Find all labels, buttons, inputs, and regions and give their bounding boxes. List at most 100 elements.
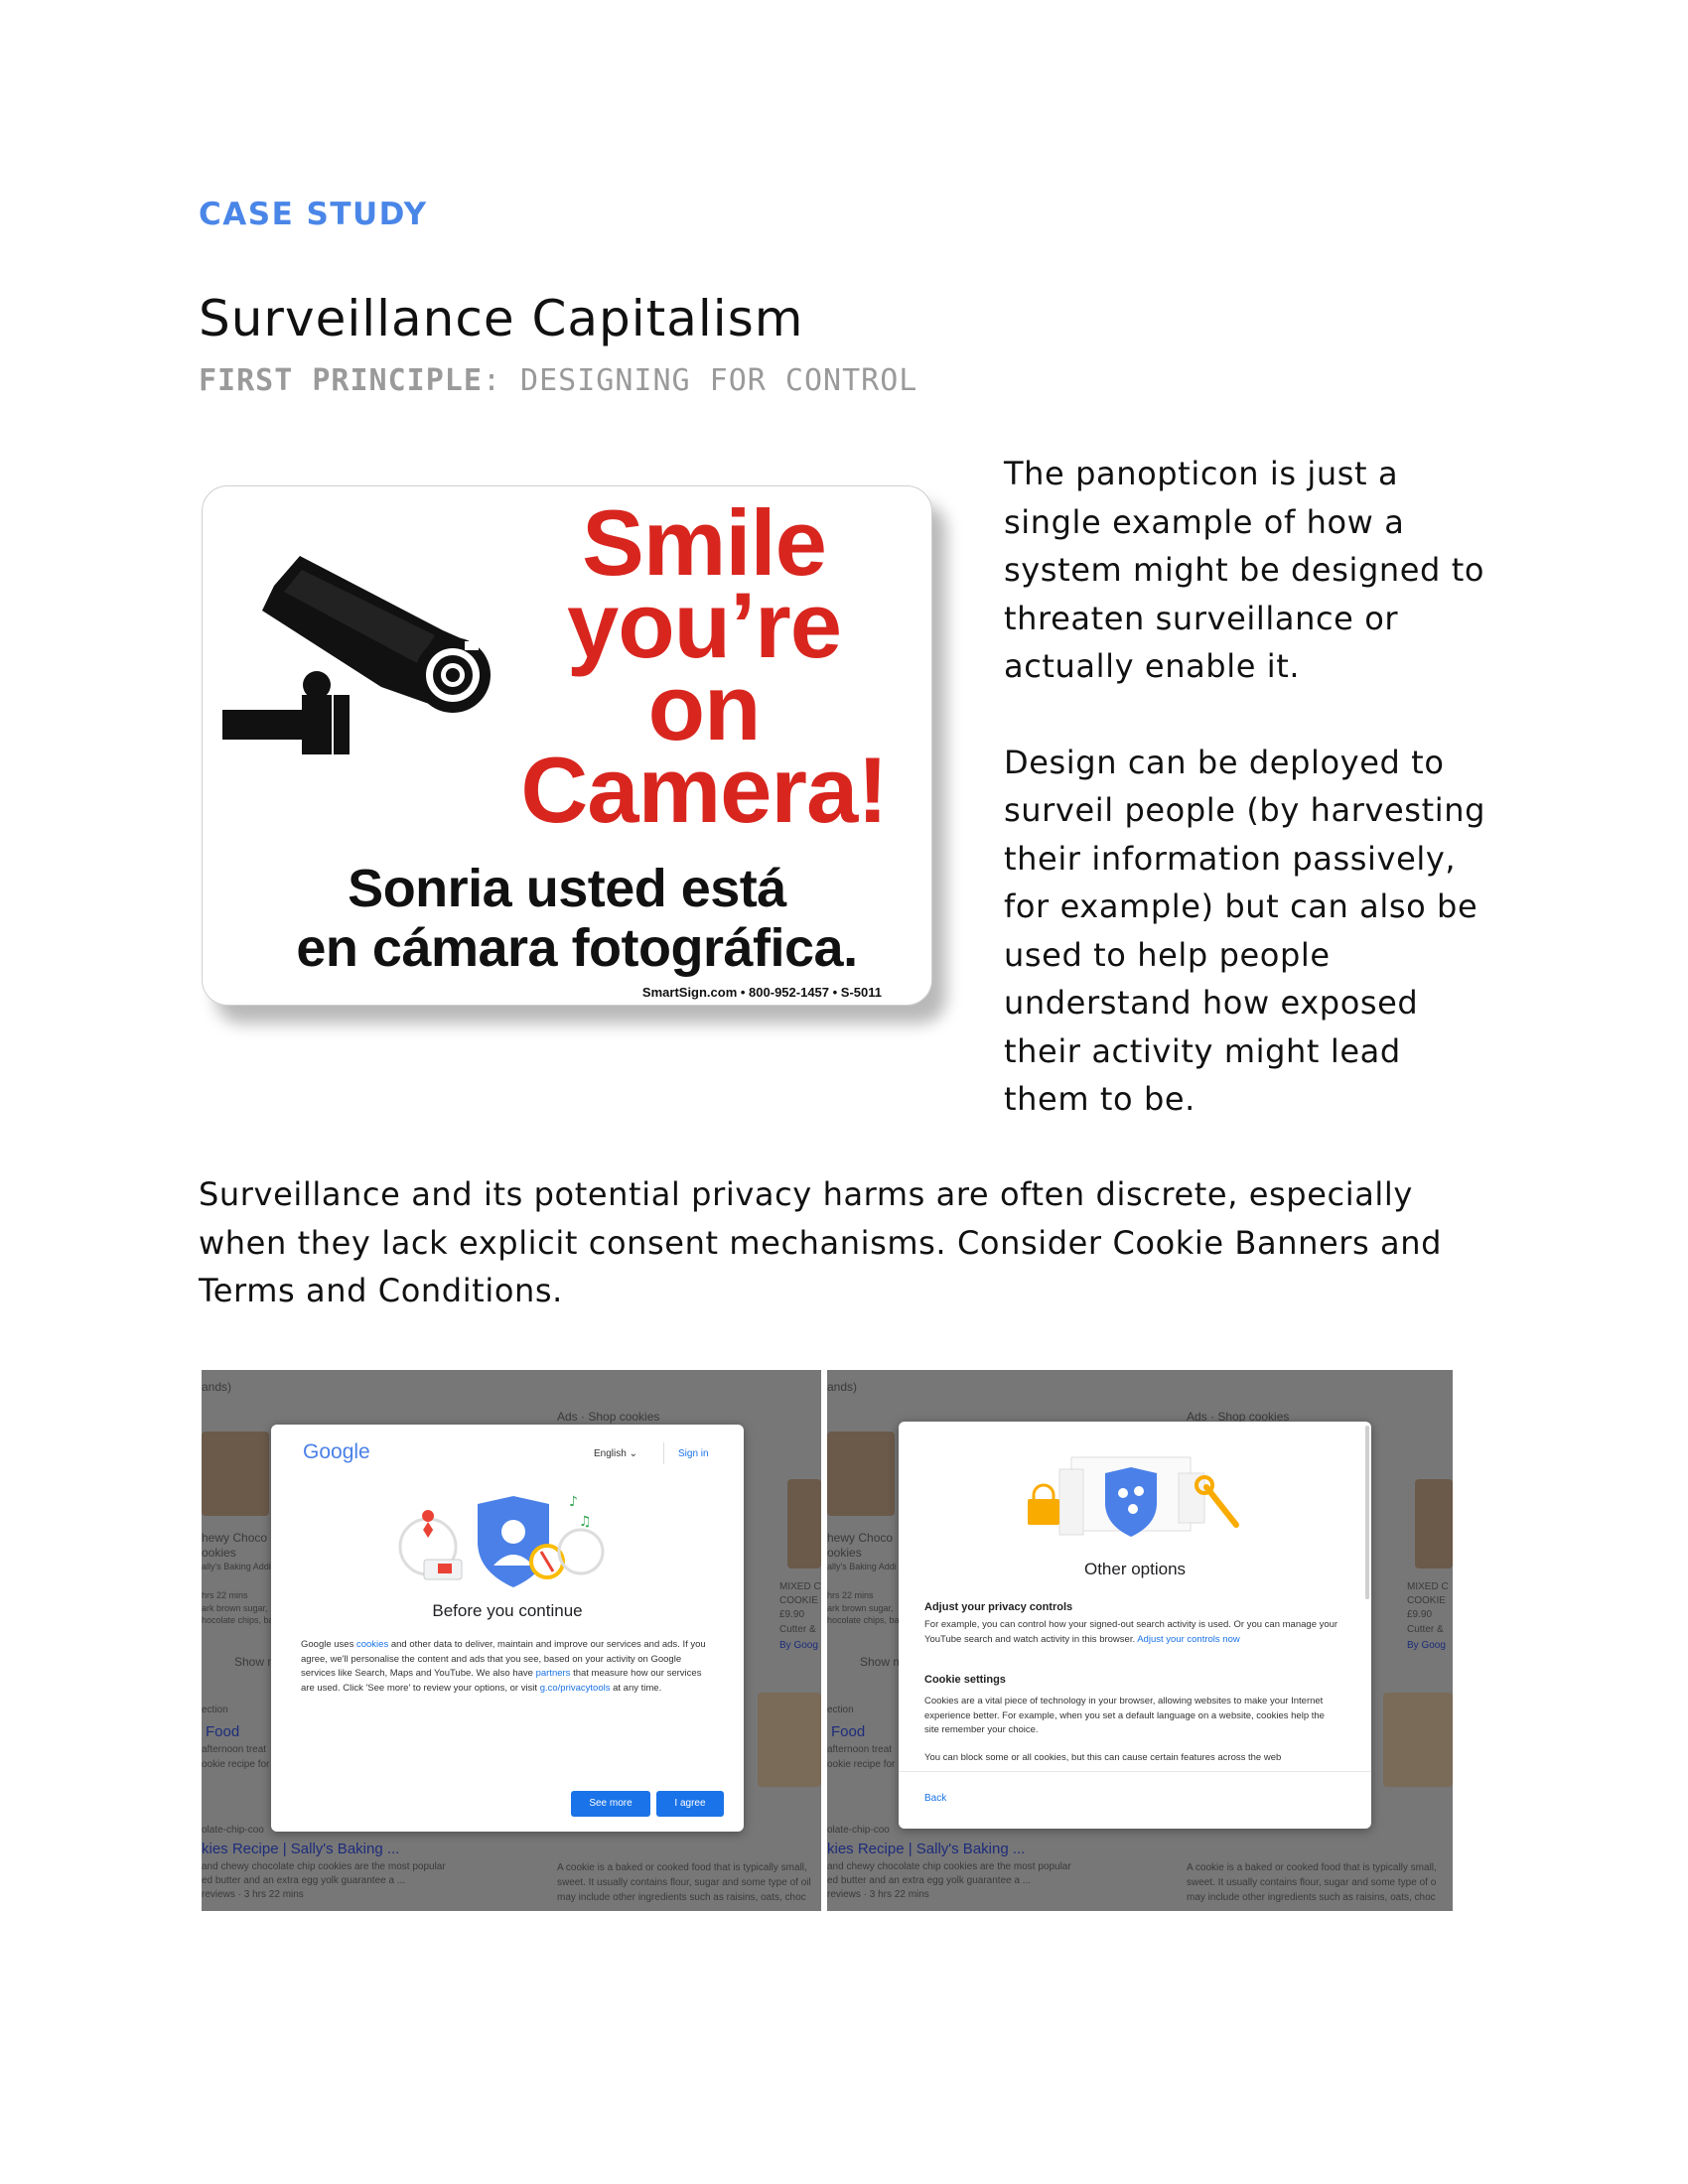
page-subtitle: FIRST PRINCIPLE: DESIGNING FOR CONTROL <box>199 363 917 398</box>
bg-text: reviews · 3 hrs 22 mins <box>202 1889 304 1900</box>
bg-text: ookie recipe for <box>202 1759 270 1770</box>
bg-text: olate-chip-coo <box>827 1825 890 1836</box>
bg-text: COOKIE <box>779 1595 818 1606</box>
surveillance-sign-image: Smile you’re on Camera! Sonria usted est… <box>202 485 932 1006</box>
bg-text: may include other ingredients such as ra… <box>1187 1892 1436 1903</box>
bg-text: and chewy chocolate chip cookies are the… <box>202 1861 446 1872</box>
partners-link[interactable]: partners <box>536 1668 571 1679</box>
bg-text: hrs 22 mins <box>202 1590 248 1600</box>
bg-text: hocolate chips, ba <box>202 1615 274 1625</box>
bg-text: afternoon treat <box>827 1744 893 1755</box>
sign-credit: SmartSign.com • 800-952-1457 • S-5011 <box>641 985 882 1000</box>
bg-text: MIXED C <box>1407 1581 1449 1592</box>
sign-spanish-line-1: Sonria usted está <box>348 859 786 918</box>
bg-text: and chewy chocolate chip cookies are the… <box>827 1861 1071 1872</box>
bg-thumbnail <box>1383 1693 1453 1787</box>
dialog-title: Other options <box>1083 1560 1187 1578</box>
subtitle-bold: FIRST PRINCIPLE <box>199 363 483 398</box>
cookie-settings-text: Cookies are a vital piece of technology … <box>924 1696 1325 1735</box>
bg-text: ands) <box>202 1380 232 1394</box>
bg-text: By Goog <box>1407 1640 1446 1651</box>
bg-text: ection <box>202 1705 228 1715</box>
sign-in-link[interactable]: Sign in <box>678 1448 709 1459</box>
side-column: The panopticon is just a single example … <box>1004 450 1490 1124</box>
cookie-settings-heading: Cookie settings <box>924 1674 1006 1686</box>
bg-text: hocolate chips, ba <box>827 1615 900 1625</box>
privacytools-link[interactable]: g.co/privacytools <box>540 1683 611 1694</box>
bg-text: olate-chip-coo <box>202 1825 264 1836</box>
bg-text: hrs 22 mins <box>827 1590 874 1600</box>
google-logo: Google <box>303 1440 370 1463</box>
bg-link: kies Recipe | Sally's Baking ... <box>202 1841 400 1857</box>
bg-text: ookie recipe for <box>827 1759 896 1770</box>
bg-text: ed butter and an extra egg yolk guarante… <box>202 1875 406 1886</box>
bg-text: COOKIE <box>1407 1595 1446 1606</box>
bg-text: sweet. It usually contains flour, sugar … <box>557 1877 811 1888</box>
back-button[interactable]: Back <box>924 1793 946 1804</box>
other-options-dialog: Other options Adjust your privacy contro… <box>899 1422 1371 1829</box>
agree-button[interactable]: I agree <box>656 1791 724 1817</box>
bg-text: ands) <box>827 1380 858 1394</box>
cookies-link[interactable]: cookies <box>356 1639 388 1650</box>
bg-text: Cutter & <box>1407 1624 1444 1635</box>
privacy-settings-illustration-icon <box>1028 1456 1239 1537</box>
bg-thumbnail <box>1415 1479 1453 1569</box>
bg-text: £9.90 <box>1407 1609 1433 1620</box>
bg-link: Food <box>831 1723 866 1740</box>
sign-line-1: Smile <box>582 490 827 595</box>
language-label: English <box>594 1448 627 1459</box>
subtitle-rest: : DESIGNING FOR CONTROL <box>482 363 918 398</box>
bg-link: Food <box>206 1723 240 1740</box>
bg-text: ark brown sugar, <box>202 1603 268 1613</box>
sign-line-3: on <box>647 655 762 759</box>
body-text: Google uses <box>301 1639 356 1650</box>
page-title: Surveillance Capitalism <box>199 290 804 347</box>
bg-text: hewy Choco <box>827 1531 894 1545</box>
bg-text: ection <box>827 1705 854 1715</box>
bg-text: ookies <box>202 1546 236 1560</box>
bg-text: sweet. It usually contains flour, sugar … <box>1187 1877 1437 1888</box>
consent-dialog: Google English ⌄ Sign in ♪ ♫ Before you … <box>271 1425 744 1832</box>
bg-text: £9.90 <box>779 1609 805 1620</box>
bg-text: ark brown sugar, <box>827 1603 894 1613</box>
body-text: at any time. <box>610 1682 662 1694</box>
see-more-button[interactable]: See more <box>571 1791 650 1817</box>
privacy-options-screenshot: ands) Ads · Shop cookies hewy Choco ooki… <box>827 1370 1453 1911</box>
bg-text: reviews · 3 hrs 22 mins <box>827 1889 929 1900</box>
bg-thumbnail <box>758 1693 821 1787</box>
bg-text: A cookie is a baked or cooked food that … <box>1187 1862 1437 1873</box>
svg-text:♪: ♪ <box>569 1494 578 1510</box>
bg-text: ookies <box>827 1546 862 1560</box>
bg-text: By Goog <box>779 1640 818 1651</box>
bg-text: ally's Baking Addi <box>827 1562 897 1571</box>
consent-body: Google uses cookies and other data to de… <box>301 1638 714 1696</box>
bg-text: Ads · Shop cookies <box>557 1410 660 1424</box>
bg-text: Cutter & <box>779 1624 816 1635</box>
privacy-illustration-icon: ♪ ♫ <box>398 1494 605 1587</box>
sign-spanish-text: Sonria usted está en cámara fotográfica. <box>203 859 931 978</box>
adjust-controls-link[interactable]: Adjust your controls now <box>1137 1634 1240 1645</box>
bg-thumbnail <box>827 1432 895 1516</box>
cookie-block-text: You can block some or all cookies, but t… <box>924 1752 1282 1763</box>
chevron-down-icon: ⌄ <box>629 1448 637 1459</box>
sign-line-4: Camera! <box>520 738 888 842</box>
bg-text: ed butter and an extra egg yolk guarante… <box>827 1875 1032 1886</box>
privacy-controls-text: For example, you can control how your si… <box>924 1618 1341 1647</box>
privacy-controls-heading: Adjust your privacy controls <box>924 1601 1073 1613</box>
side-paragraph-1: The panopticon is just a single example … <box>1004 455 1485 685</box>
bg-text: afternoon treat <box>202 1744 267 1755</box>
language-select[interactable]: English ⌄ <box>594 1448 637 1459</box>
eyebrow-label: CASE STUDY <box>199 197 428 232</box>
sign-line-2: you’re <box>566 573 842 677</box>
divider <box>899 1771 1371 1772</box>
bg-text: MIXED C <box>779 1581 821 1592</box>
bg-text: ally's Baking Addi <box>202 1562 271 1571</box>
side-paragraph-2: Design can be deployed to surveil people… <box>1004 743 1486 1119</box>
sign-english-text: Smile you’re on Camera! <box>491 490 917 842</box>
body-text: For example, you can control how your si… <box>924 1619 1338 1645</box>
bg-thumbnail <box>787 1479 821 1569</box>
svg-text:♫: ♫ <box>579 1514 592 1530</box>
bg-text: Show m <box>860 1655 904 1669</box>
bg-link: kies Recipe | Sally's Baking ... <box>827 1841 1026 1857</box>
bg-text: may include other ingredients such as ra… <box>557 1892 806 1903</box>
